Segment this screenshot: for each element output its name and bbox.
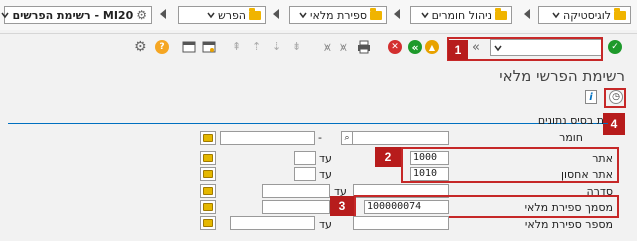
find-next-icon[interactable]: ⩙ (324, 40, 338, 54)
folder-icon (370, 7, 382, 20)
to-label: עד (319, 168, 332, 181)
settings-gear-icon[interactable]: ⚙ (134, 39, 147, 55)
print-icon[interactable] (357, 40, 371, 54)
find-icon[interactable]: ⩙ (340, 40, 354, 54)
breadcrumb: לוגיסטיקה ניהול חומרים ספירת מלאי הפרש ⚙… (0, 0, 637, 30)
multiple-selection-button[interactable] (200, 184, 216, 198)
section-divider (8, 123, 608, 124)
callout-frame-4 (604, 88, 626, 108)
phys-inv-number-label: מספר ספירת מלאי (524, 218, 613, 231)
breadcrumb-item-materials-mgmt[interactable]: ניהול חומרים (410, 6, 512, 24)
callout-badge-4: 4 (603, 113, 625, 135)
section-title: ת בסיס נתונים (537, 114, 604, 127)
breadcrumb-item-transaction[interactable]: ⚙ MI20 - רשימת הפרשים (1, 6, 152, 24)
enter-check-icon[interactable]: ✓ (608, 40, 622, 54)
to-label: עד (319, 152, 332, 165)
first-page-icon[interactable]: ⇞ (232, 40, 246, 54)
batch-to-input[interactable] (262, 184, 330, 198)
breadcrumb-item-difference[interactable]: הפרש (178, 6, 266, 24)
material-from-input[interactable] (351, 131, 449, 145)
multiple-selection-button[interactable] (200, 216, 216, 230)
chevron-down-icon (420, 12, 429, 19)
phys-inv-doc-to-input[interactable] (262, 200, 330, 214)
multiple-selection-icon (203, 170, 213, 178)
info-icon[interactable]: i (585, 90, 597, 104)
chevron-down-icon (552, 12, 560, 19)
chevron-down-icon (1, 12, 10, 19)
breadcrumb-separator-icon (394, 9, 400, 19)
help-icon[interactable]: ? (155, 40, 169, 54)
chevron-down-icon (299, 12, 307, 19)
callout-badge-2: 2 (375, 147, 401, 167)
storage-location-to-input[interactable] (294, 167, 316, 181)
gear-icon: ⚙ (136, 8, 147, 22)
multiple-selection-button[interactable] (200, 131, 216, 145)
shortcut-icon[interactable] (202, 40, 216, 54)
plant-to-input[interactable] (294, 151, 316, 165)
page-title: רשימת הפרשי מלאי (499, 67, 625, 85)
callout-frame-2 (401, 147, 619, 183)
new-session-icon[interactable] (182, 40, 196, 54)
breadcrumb-item-inventory[interactable]: ספירת מלאי (289, 6, 387, 24)
breadcrumb-separator-icon (524, 9, 530, 19)
breadcrumb-separator-icon (160, 9, 166, 19)
multiple-selection-button[interactable] (200, 200, 216, 214)
multiple-selection-button[interactable] (200, 151, 216, 165)
to-label: עד (319, 218, 332, 231)
multiple-selection-icon (203, 134, 213, 142)
last-page-icon[interactable]: ⇟ (292, 40, 306, 54)
search-help-icon[interactable]: ⌕ (341, 131, 353, 145)
phys-inv-number-to-input[interactable] (230, 216, 315, 230)
callout-frame-1 (447, 37, 603, 61)
phys-inv-number-from-input[interactable] (353, 216, 449, 230)
multiple-selection-icon (203, 154, 213, 162)
callout-badge-3: 3 (330, 196, 354, 216)
multiple-selection-icon (203, 187, 213, 195)
folder-icon (249, 7, 261, 20)
exit-icon[interactable]: ▲ (425, 40, 439, 54)
breadcrumb-item-logistics[interactable]: לוגיסטיקה (538, 6, 631, 24)
previous-page-icon[interactable]: ⇡ (252, 40, 266, 54)
callout-badge-1: 1 (448, 40, 468, 60)
back-icon[interactable]: « (408, 40, 422, 54)
breadcrumb-separator-icon (273, 9, 279, 19)
material-to-input[interactable] (220, 131, 315, 145)
folder-icon (614, 7, 626, 20)
multiple-selection-icon (203, 203, 213, 211)
cancel-icon[interactable]: ✕ (388, 40, 402, 54)
to-label: - (318, 131, 322, 144)
multiple-selection-icon (203, 219, 213, 227)
material-label: חומר (559, 131, 583, 144)
chevron-down-icon (207, 12, 215, 19)
folder-icon (495, 7, 507, 20)
next-page-icon[interactable]: ⇣ (272, 40, 286, 54)
callout-frame-3 (354, 195, 619, 218)
multiple-selection-button[interactable] (200, 167, 216, 181)
